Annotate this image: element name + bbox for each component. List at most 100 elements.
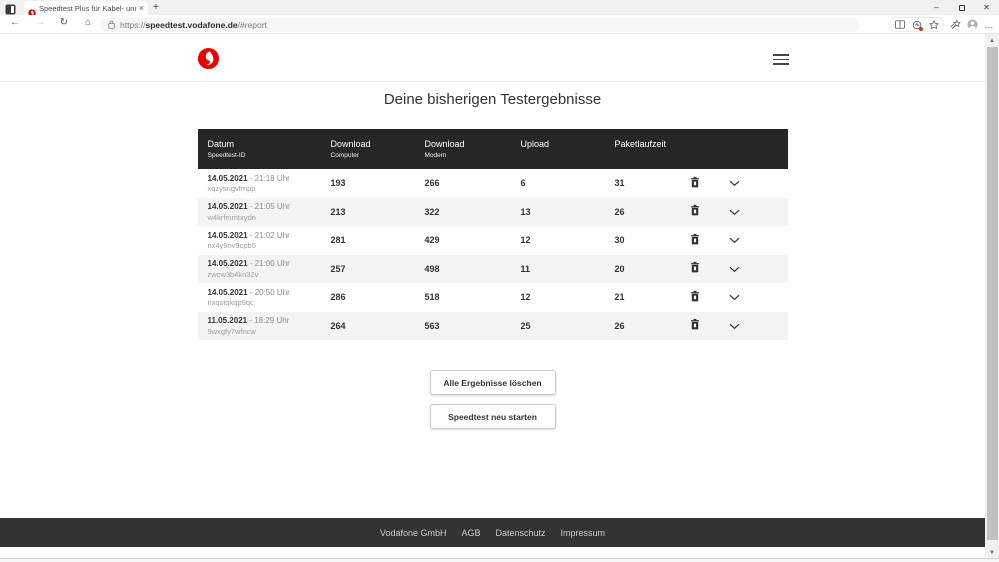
result-date: 14.05.2021 <box>207 259 248 268</box>
url-text: https://speedtest.vodafone.de/#report <box>120 19 267 30</box>
footer-link[interactable]: Impressum <box>561 528 606 538</box>
download-computer-value: 286 <box>330 292 346 303</box>
split-screen-icon[interactable] <box>894 19 905 30</box>
delete-result-button[interactable] <box>688 231 702 247</box>
scrollbar-thumb[interactable] <box>986 47 998 540</box>
speedtest-id: 9wxgfy7wfncw <box>207 326 256 336</box>
minimize-button[interactable]: – <box>924 0 949 15</box>
download-computer-value: 193 <box>330 178 346 189</box>
results-table: Datum Speedtest-ID Download Computer Downl… <box>197 129 788 340</box>
column-download-modem: Download Modem <box>424 139 465 159</box>
speedtest-id: nxqstqkqp9qc <box>207 298 254 307</box>
paketlaufzeit-value: 31 <box>614 178 625 189</box>
speedtest-id: xqzysngvfmpp <box>207 184 256 193</box>
scroll-up-icon[interactable]: ▲ <box>985 36 999 46</box>
menu-icon[interactable] <box>772 54 789 68</box>
result-date: 14.05.2021 <box>207 202 248 211</box>
result-date: 14.05.2021 <box>207 230 248 240</box>
address-bar[interactable]: https://speedtest.vodafone.de/#report <box>100 16 859 34</box>
back-icon[interactable]: ← <box>7 17 23 28</box>
browser-toolbar: ← → ↻ ⌂ https://speedtest.vodafone.de/#r… <box>0 15 999 34</box>
expand-result-button[interactable] <box>727 178 742 189</box>
result-time: - 18:29 Uhr <box>249 316 290 325</box>
paketlaufzeit-value: 26 <box>614 320 625 331</box>
result-time: - 21:05 Uhr <box>249 202 290 211</box>
upload-value: 6 <box>520 178 526 189</box>
vodafone-logo[interactable] <box>197 47 220 70</box>
download-computer-value: 281 <box>330 235 346 246</box>
expand-result-button[interactable] <box>727 264 742 275</box>
download-modem-value: 266 <box>424 178 440 189</box>
close-window-button[interactable]: ✕ <box>974 0 999 15</box>
tab-close-icon[interactable]: × <box>139 3 144 13</box>
footer-link[interactable]: Vodafone GmbH <box>380 528 447 538</box>
window-controls: – ✕ <box>924 0 999 15</box>
restore-button[interactable] <box>949 0 974 15</box>
profile-avatar[interactable] <box>967 19 978 30</box>
column-paketlaufzeit: Paketlaufzeit <box>614 139 667 149</box>
taskbar-sliver <box>0 558 999 562</box>
download-modem-value: 518 <box>424 292 440 303</box>
delete-result-button[interactable] <box>688 174 702 190</box>
column-download-computer: Download Computer <box>330 139 371 159</box>
browser-tab[interactable]: Speedtest Plus für Kabel- und D… × <box>24 1 148 17</box>
table-header: Datum Speedtest-ID Download Computer Downl… <box>197 129 788 169</box>
speedtest-id: nx4y9nv9cpb5 <box>207 241 256 250</box>
lock-icon <box>108 16 115 34</box>
favorites-icon[interactable] <box>928 19 939 30</box>
delete-result-button[interactable] <box>688 316 702 332</box>
paketlaufzeit-value: 20 <box>614 263 625 274</box>
table-row: 14.05.2021 - 21:18 Uhr xqzysngvfmpp 193 … <box>197 169 788 198</box>
result-date: 14.05.2021 <box>207 173 248 183</box>
home-icon[interactable]: ⌂ <box>80 17 96 28</box>
expand-result-button[interactable] <box>727 235 742 246</box>
result-date: 11.05.2021 <box>207 316 248 325</box>
result-date: 14.05.2021 <box>207 287 248 297</box>
table-body: 14.05.2021 - 21:18 Uhr xqzysngvfmpp 193 … <box>197 169 788 340</box>
upload-value: 25 <box>520 320 531 331</box>
download-computer-value: 213 <box>330 206 346 217</box>
upload-value: 12 <box>520 292 531 303</box>
download-modem-value: 322 <box>424 206 440 217</box>
download-modem-value: 498 <box>424 263 440 274</box>
tab-actions-menu-icon[interactable] <box>5 2 16 15</box>
footer-link[interactable]: Datenschutz <box>496 528 546 538</box>
paketlaufzeit-value: 26 <box>614 206 625 217</box>
site-header <box>0 34 985 82</box>
result-time: - 20:50 Uhr <box>249 287 290 297</box>
download-modem-value: 429 <box>424 235 440 246</box>
upload-value: 12 <box>520 235 531 246</box>
paketlaufzeit-value: 21 <box>614 292 625 303</box>
forward-icon[interactable]: → <box>32 17 48 28</box>
footer-link[interactable]: AGB <box>461 528 480 538</box>
download-computer-value: 257 <box>330 263 346 274</box>
page-viewport: Deine bisherigen Testergebnisse Datum Spe… <box>0 34 985 562</box>
more-menu-icon[interactable]: … <box>984 19 995 30</box>
restart-speedtest-button[interactable]: Speedtest neu starten <box>429 404 556 429</box>
expand-result-button[interactable] <box>727 321 742 332</box>
page-title: Deine bisherigen Testergebnisse <box>383 91 602 108</box>
download-modem-value: 563 <box>424 320 440 331</box>
browser-window: Speedtest Plus für Kabel- und D… × + – ✕… <box>0 0 999 562</box>
browser-essentials-icon[interactable] <box>911 19 923 31</box>
collections-icon[interactable] <box>950 19 961 30</box>
delete-result-button[interactable] <box>688 259 702 275</box>
table-row: 14.05.2021 - 21:05 Uhr w4krfmmtxydn 213 … <box>197 197 788 226</box>
restore-icon <box>958 4 965 11</box>
tab-strip: Speedtest Plus für Kabel- und D… × + – ✕ <box>0 0 999 17</box>
delete-all-results-button[interactable]: Alle Ergebnisse löschen <box>429 370 556 395</box>
upload-value: 11 <box>520 263 531 274</box>
expand-result-button[interactable] <box>727 292 742 303</box>
expand-result-button[interactable] <box>727 207 742 218</box>
result-time: - 21:02 Uhr <box>249 230 290 240</box>
scroll-down-icon[interactable]: ▼ <box>985 548 999 558</box>
page-scrollbar[interactable]: ▲ ▼ <box>985 34 999 562</box>
speedtest-id: zwcw3b4kn32v <box>207 269 259 279</box>
refresh-icon[interactable]: ↻ <box>56 17 72 28</box>
new-tab-button[interactable]: + <box>153 2 159 13</box>
delete-result-button[interactable] <box>688 202 702 218</box>
table-row: 11.05.2021 - 18:29 Uhr 9wxgfy7wfncw 264 … <box>197 311 788 340</box>
result-time: - 21:00 Uhr <box>249 259 290 268</box>
delete-result-button[interactable] <box>688 288 702 304</box>
paketlaufzeit-value: 30 <box>614 235 625 246</box>
